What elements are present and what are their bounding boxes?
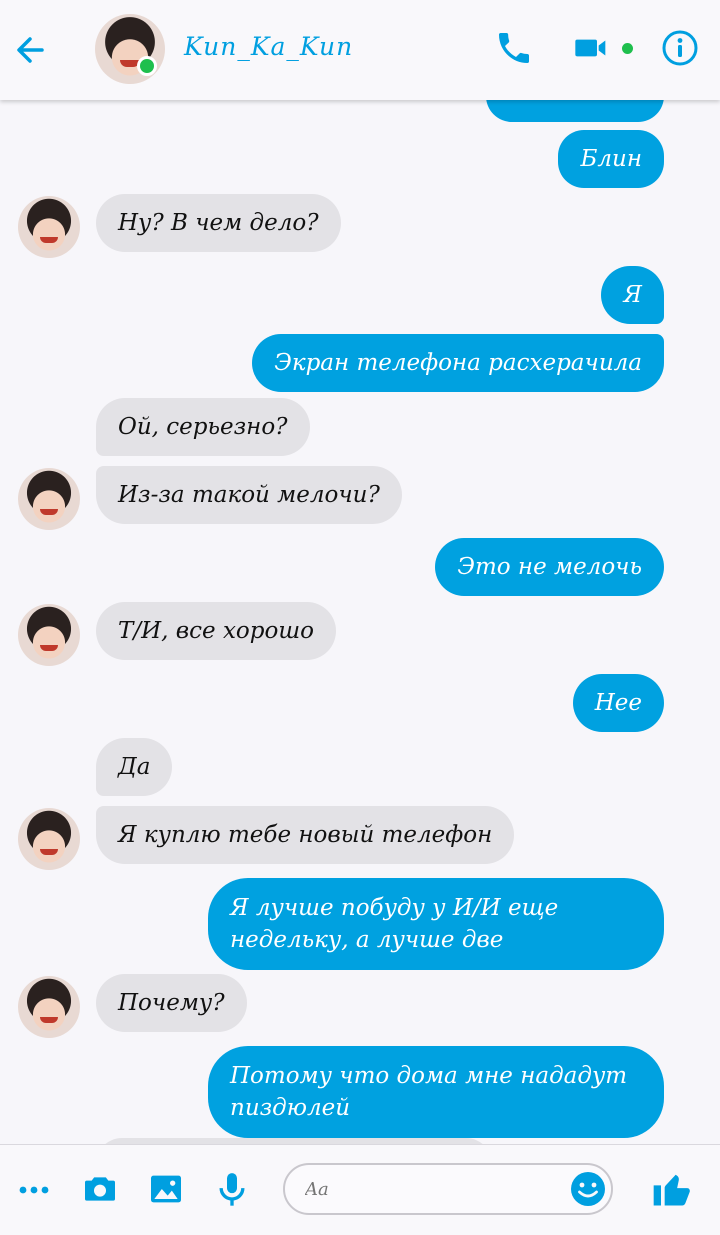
contact-avatar[interactable] <box>95 14 165 84</box>
message-bubble-incoming[interactable]: Т/И, все хорошо <box>96 602 336 660</box>
conversation-header: Kun_Ka_Kun <box>0 0 720 100</box>
message-text: Ой, серьезно? <box>118 414 288 440</box>
voice-record-button[interactable] <box>212 1169 252 1209</box>
message-text: Это не мелочь <box>457 554 642 580</box>
contact-avatar[interactable] <box>18 196 80 258</box>
message-text: Ну? В чем дело? <box>118 210 319 236</box>
gallery-button[interactable] <box>146 1169 186 1209</box>
message-bubble-outgoing[interactable]: Это не мелочь <box>435 538 664 596</box>
image-icon <box>151 1175 181 1203</box>
camera-icon <box>85 1177 115 1201</box>
message-bubble-incoming[interactable]: Я куплю тебе новый телефон <box>96 806 515 864</box>
message-text: Да <box>118 754 151 780</box>
phone-icon <box>499 33 529 63</box>
message-text: Нее <box>594 690 642 716</box>
message-text: Из-за такой мелочи? <box>118 482 380 508</box>
call-button[interactable] <box>494 28 534 68</box>
message-bubble-outgoing[interactable]: Я лучше побуду у И/И еще недельку, а луч… <box>208 878 664 970</box>
message-list[interactable]: Блин Ну? В чем дело? Я Экран телефона ра… <box>0 0 720 1144</box>
message-text: Я куплю тебе новый телефон <box>118 822 493 848</box>
contact-avatar[interactable] <box>18 808 80 870</box>
video-camera-icon <box>575 39 606 57</box>
contact-avatar[interactable] <box>18 468 80 530</box>
message-input[interactable] <box>283 1163 613 1215</box>
message-bubble-outgoing[interactable]: Блин <box>558 130 664 188</box>
online-status-indicator <box>137 56 157 76</box>
info-button[interactable] <box>660 28 700 68</box>
like-button[interactable] <box>650 1167 690 1207</box>
message-bubble-outgoing[interactable]: Экран телефона расхерачила <box>252 334 664 392</box>
info-icon <box>662 30 698 66</box>
back-button[interactable] <box>12 30 52 70</box>
arrow-left-icon <box>17 37 44 63</box>
smiley-icon <box>571 1172 605 1206</box>
message-bubble-outgoing[interactable]: Нее <box>572 674 664 732</box>
video-call-button[interactable] <box>572 28 612 68</box>
more-dots-icon <box>19 1186 49 1194</box>
contact-avatar[interactable] <box>18 976 80 1038</box>
message-bubble-incoming[interactable]: Да <box>96 738 173 796</box>
message-bubble-incoming[interactable]: Из-за такой мелочи? <box>96 466 402 524</box>
message-composer <box>0 1144 720 1235</box>
message-bubble-outgoing[interactable]: Потому что дома мне нададут пиздюлей <box>208 1046 664 1138</box>
message-bubble-incoming[interactable]: Ой, серьезно? <box>96 398 310 456</box>
message-text: Я лучше побуду у И/И еще недельку, а луч… <box>230 895 559 953</box>
message-text: Экран телефона расхерачила <box>274 350 642 376</box>
message-text: Блин <box>580 146 642 172</box>
emoji-button[interactable] <box>568 1169 608 1209</box>
message-bubble-incoming[interactable]: Ну? В чем дело? <box>96 194 341 252</box>
camera-button[interactable] <box>80 1169 120 1209</box>
thumbs-up-icon <box>653 1174 690 1206</box>
message-text: Т/И, все хорошо <box>118 618 314 644</box>
more-actions-button[interactable] <box>14 1169 54 1209</box>
contact-name[interactable]: Kun_Ka_Kun <box>184 32 353 61</box>
contact-avatar[interactable] <box>18 604 80 666</box>
message-text: Потому что дома мне нададут пиздюлей <box>230 1063 628 1121</box>
message-bubble-incoming[interactable]: Почему? <box>96 974 247 1032</box>
video-online-indicator <box>622 43 633 54</box>
message-bubble-outgoing[interactable]: Я <box>601 266 664 324</box>
message-text: Почему? <box>118 990 225 1016</box>
microphone-icon <box>219 1173 245 1206</box>
message-text: Я <box>623 282 642 308</box>
